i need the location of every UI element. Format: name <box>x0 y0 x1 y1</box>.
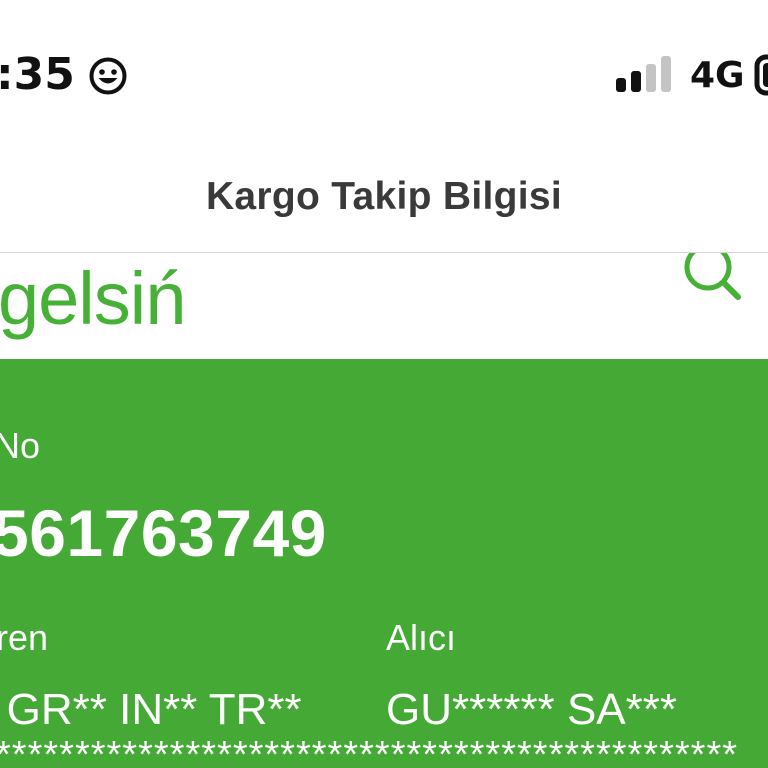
gelsin-logo[interactable]: gelsiń <box>0 259 186 339</box>
receiver-value: GU****** SA*** <box>386 685 678 734</box>
site-header: gelsiń <box>0 253 768 359</box>
tracking-number-label: No <box>0 425 41 466</box>
battery-icon <box>754 54 768 96</box>
sender-label: ren <box>0 617 49 658</box>
page-title: Kargo Takip Bilgisi <box>205 175 563 218</box>
receiver-label: Alıcı <box>386 617 457 658</box>
masked-address: ****************************************… <box>0 735 739 768</box>
navigation-bar: Kargo Takip Bilgisi <box>0 140 768 253</box>
sender-value: ' GR** IN** TR** <box>0 685 302 734</box>
smiley-icon <box>89 57 127 95</box>
search-icon[interactable] <box>676 253 748 307</box>
tracking-info-panel: No 561763749 ren Alıcı ' GR** IN** TR** … <box>0 359 768 768</box>
signal-icon <box>616 56 671 92</box>
status-time: :35 <box>0 49 75 100</box>
network-type: 4G <box>690 55 745 96</box>
tracking-number: 561763749 <box>0 496 327 570</box>
status-bar: :35 4G <box>0 0 768 140</box>
